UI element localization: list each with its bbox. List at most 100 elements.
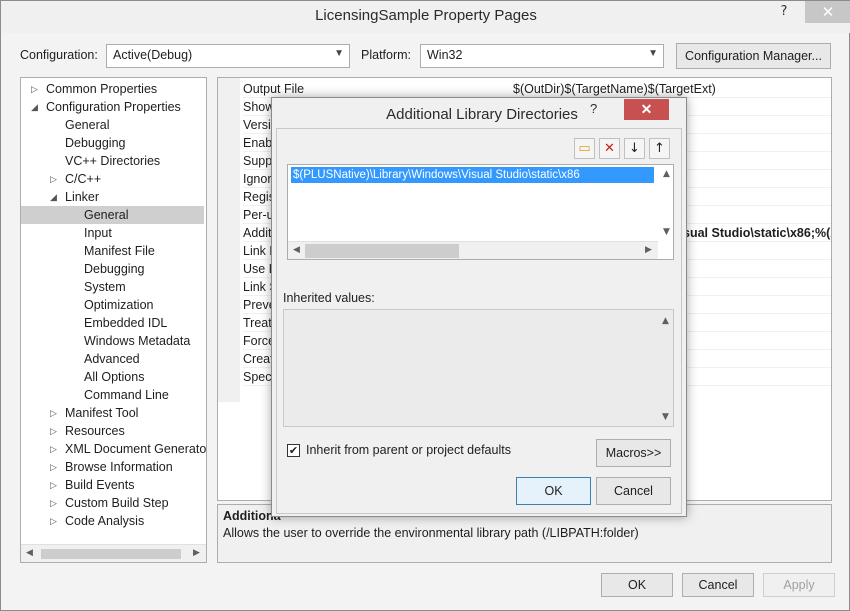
tree-item-label: Input <box>84 226 112 240</box>
tree-item[interactable]: ▷ Browse Information <box>21 458 204 476</box>
delete-icon: ✕ <box>604 141 615 156</box>
tree-item-label: Advanced <box>84 352 140 366</box>
expand-icon[interactable]: ▷ <box>50 476 57 494</box>
scroll-left-icon[interactable]: ◀ <box>26 548 33 558</box>
tree-item[interactable]: ▷ Code Analysis <box>21 512 204 530</box>
apply-button[interactable]: Apply <box>763 573 835 597</box>
dialog-ok-button[interactable]: OK <box>516 477 591 505</box>
tree-item[interactable]: ▷ C/C++ <box>21 170 204 188</box>
property-name: Show <box>243 100 275 114</box>
configuration-dropdown[interactable]: Active(Debug) ▼ <box>106 44 350 68</box>
macros-button[interactable]: Macros>> <box>596 439 671 467</box>
tree-item[interactable]: Debugging <box>21 134 204 152</box>
tree-item-label: Code Analysis <box>65 514 145 528</box>
tree-item[interactable]: Debugging <box>21 260 204 278</box>
ok-button[interactable]: OK <box>601 573 673 597</box>
tree-item[interactable]: ▷ Manifest Tool <box>21 404 204 422</box>
tree-item[interactable]: ◢ Linker <box>21 188 204 206</box>
expand-icon[interactable]: ▷ <box>50 512 57 530</box>
tree-item[interactable]: General <box>21 206 204 224</box>
tree-item[interactable]: VC++ Directories <box>21 152 204 170</box>
inherited-values-list: ▲ ▼ <box>283 309 674 427</box>
tree-item[interactable]: System <box>21 278 204 296</box>
tree-item-label: Build Events <box>65 478 135 492</box>
directories-list[interactable]: $(PLUSNative)\Library\Windows\Visual Stu… <box>287 164 674 260</box>
new-line-button[interactable]: ▭ <box>574 138 595 159</box>
expand-icon[interactable]: ▷ <box>50 404 57 422</box>
tree-item[interactable]: Windows Metadata <box>21 332 204 350</box>
tree-item-label: Linker <box>65 190 100 204</box>
expand-icon[interactable]: ▷ <box>50 170 57 188</box>
tree-item-label: Embedded IDL <box>84 316 168 330</box>
property-grid-gutter <box>218 78 240 402</box>
collapse-icon[interactable]: ◢ <box>31 98 38 116</box>
tree-item[interactable]: ▷ Common Properties <box>21 80 204 98</box>
inherit-checkbox[interactable]: ✔ <box>287 444 300 457</box>
expand-icon[interactable]: ▷ <box>50 458 57 476</box>
tree-item[interactable]: ▷ Custom Build Step <box>21 494 204 512</box>
directory-entry[interactable]: $(PLUSNative)\Library\Windows\Visual Stu… <box>291 167 654 183</box>
title-bar: LicensingSample Property Pages ? ✕ <box>1 1 850 33</box>
help-button[interactable]: ? <box>769 1 799 23</box>
tree-item[interactable]: General <box>21 116 204 134</box>
tree-item-label: Resources <box>65 424 125 438</box>
entries-horizontal-scrollbar[interactable]: ◀ ▶ <box>288 241 658 259</box>
platform-value: Win32 <box>427 48 463 62</box>
collapse-icon[interactable]: ◢ <box>50 188 57 206</box>
window-title: LicensingSample Property Pages <box>315 7 537 24</box>
scroll-left-icon[interactable]: ◀ <box>293 245 300 255</box>
dialog-help-button[interactable]: ? <box>590 101 597 116</box>
tree-item-label: Debugging <box>84 262 145 276</box>
description-text: Allows the user to override the environm… <box>223 526 639 540</box>
expand-icon[interactable]: ▷ <box>31 80 38 98</box>
dialog-cancel-button[interactable]: Cancel <box>596 477 671 505</box>
property-row[interactable]: Output File $(OutDir)$(TargetName)$(Targe… <box>243 80 831 98</box>
tree-item[interactable]: ▷ XML Document Generator <box>21 440 207 458</box>
move-up-button[interactable]: ↑ <box>649 138 670 159</box>
platform-label: Platform: <box>361 48 412 62</box>
move-down-button[interactable]: ↓ <box>624 138 645 159</box>
tree-item-label: Command Line <box>84 388 169 402</box>
tree-item[interactable]: Embedded IDL <box>21 314 204 332</box>
close-button[interactable]: ✕ <box>805 1 850 23</box>
tree-item[interactable]: Manifest File <box>21 242 204 260</box>
tree-item-label: Configuration Properties <box>46 100 181 114</box>
expand-icon[interactable]: ▷ <box>50 422 57 440</box>
expand-icon[interactable]: ▷ <box>50 440 57 458</box>
configuration-manager-button[interactable]: Configuration Manager... <box>676 43 831 69</box>
platform-dropdown[interactable]: Win32 ▼ <box>420 44 664 68</box>
tree-item-label: Common Properties <box>46 82 158 96</box>
scroll-down-icon[interactable]: ▼ <box>662 412 669 422</box>
property-name: Additi <box>243 226 275 240</box>
close-icon: ✕ <box>821 3 835 21</box>
tree-item[interactable]: All Options <box>21 368 204 386</box>
tree-item-label: C/C++ <box>65 172 102 186</box>
scroll-right-icon[interactable]: ▶ <box>645 245 652 255</box>
inherited-values-label: Inherited values: <box>283 291 375 305</box>
configuration-label: Configuration: <box>20 48 98 62</box>
dialog-close-button[interactable]: ✕ <box>624 99 669 120</box>
tree-item-label: Manifest Tool <box>65 406 139 420</box>
tree-item[interactable]: Command Line <box>21 386 204 404</box>
tree-item[interactable]: ▷ Resources <box>21 422 204 440</box>
scroll-thumb[interactable] <box>41 549 181 559</box>
arrow-down-icon: ↓ <box>629 141 640 156</box>
tree-horizontal-scrollbar[interactable]: ◀ ▶ <box>21 544 206 562</box>
delete-line-button[interactable]: ✕ <box>599 138 620 159</box>
tree-item[interactable]: Advanced <box>21 350 204 368</box>
property-value: sual Studio\static\x86;%(A <box>683 226 832 240</box>
scroll-thumb[interactable] <box>305 244 459 258</box>
tree-item[interactable]: Input <box>21 224 204 242</box>
tree-item-label: Browse Information <box>65 460 173 474</box>
tree-item[interactable]: Optimization <box>21 296 204 314</box>
tree-item-label: XML Document Generator <box>65 442 207 456</box>
scroll-right-icon[interactable]: ▶ <box>193 548 200 558</box>
scroll-down-icon[interactable]: ▼ <box>663 227 670 237</box>
tree-item[interactable]: ◢ Configuration Properties <box>21 98 204 116</box>
scroll-up-icon[interactable]: ▲ <box>663 169 670 179</box>
expand-icon[interactable]: ▷ <box>50 494 57 512</box>
scroll-up-icon[interactable]: ▲ <box>662 316 669 326</box>
tree-item[interactable]: ▷ Build Events <box>21 476 204 494</box>
property-name: Output File <box>243 82 305 96</box>
cancel-button[interactable]: Cancel <box>682 573 754 597</box>
